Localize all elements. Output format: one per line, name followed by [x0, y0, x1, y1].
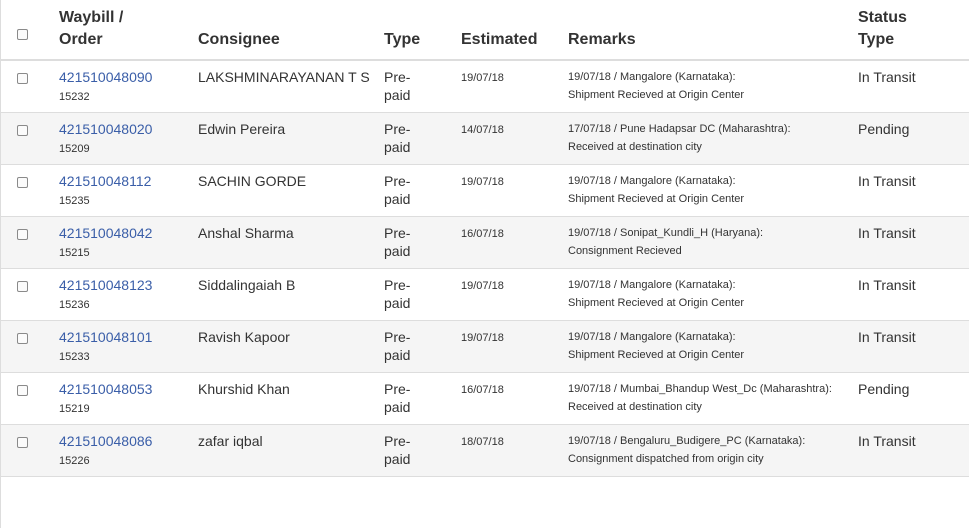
- order-number: 15236: [59, 299, 90, 311]
- column-header-remarks[interactable]: Remarks: [568, 0, 858, 61]
- status-type: In Transit: [858, 433, 916, 449]
- row-checkbox[interactable]: [17, 437, 28, 448]
- order-number: 15233: [59, 351, 90, 363]
- table-row: 421510048086 15226 zafar iqbal Pre-paid 1…: [1, 424, 969, 477]
- row-checkbox[interactable]: [17, 333, 28, 344]
- consignee-name: Khurshid Khan: [198, 381, 290, 397]
- status-type: In Transit: [858, 329, 916, 345]
- payment-type: Pre-paid: [384, 121, 411, 155]
- order-number: 15232: [59, 91, 90, 103]
- row-checkbox[interactable]: [17, 73, 28, 84]
- remark-status: Received at destination city: [568, 401, 702, 413]
- waybill-link[interactable]: 421510048101: [59, 328, 198, 346]
- column-header-estimated[interactable]: Estimated: [461, 0, 568, 61]
- column-header-consignee[interactable]: Consignee: [198, 0, 384, 61]
- payment-type: Pre-paid: [384, 69, 411, 103]
- remark-location: 19/07/18 / Mumbai_Bhandup West_Dc (Mahar…: [568, 383, 832, 395]
- waybill-link[interactable]: 421510048086: [59, 432, 198, 450]
- estimated-date: 16/07/18: [461, 384, 504, 396]
- remark-location: 19/07/18 / Sonipat_Kundli_H (Haryana):: [568, 227, 764, 239]
- consignee-name: Ravish Kapoor: [198, 329, 290, 345]
- remark-location: 19/07/18 / Mangalore (Karnataka):: [568, 71, 736, 83]
- remark-status: Consignment dispatched from origin city: [568, 453, 764, 465]
- table-row: 421510048020 15209 Edwin Pereira Pre-paid…: [1, 112, 969, 165]
- estimated-date: 19/07/18: [461, 72, 504, 84]
- order-number: 15235: [59, 195, 90, 207]
- consignee-name: zafar iqbal: [198, 433, 263, 449]
- table-row: 421510048042 15215 Anshal Sharma Pre-paid…: [1, 216, 969, 269]
- shipments-table: Waybill / Order Consignee Type Estimated…: [1, 0, 969, 477]
- remark-status: Shipment Recieved at Origin Center: [568, 297, 745, 309]
- payment-type: Pre-paid: [384, 433, 411, 467]
- table-row: 421510048053 15219 Khurshid Khan Pre-paid…: [1, 372, 969, 425]
- waybill-link[interactable]: 421510048123: [59, 276, 198, 294]
- waybill-link[interactable]: 421510048053: [59, 380, 198, 398]
- payment-type: Pre-paid: [384, 381, 411, 415]
- table-row: 421510048101 15233 Ravish Kapoor Pre-paid…: [1, 320, 969, 373]
- remark-location: 19/07/18 / Mangalore (Karnataka):: [568, 279, 736, 291]
- select-all-checkbox[interactable]: [17, 29, 28, 40]
- status-type: In Transit: [858, 69, 916, 85]
- table-body: 421510048090 15232 LAKSHMINARAYANAN T S P…: [1, 60, 969, 477]
- table-row: 421510048123 15236 Siddalingaiah B Pre-pa…: [1, 268, 969, 321]
- remark-location: 19/07/18 / Mangalore (Karnataka):: [568, 175, 736, 187]
- order-number: 15209: [59, 143, 90, 155]
- estimated-date: 19/07/18: [461, 176, 504, 188]
- remark-status: Shipment Recieved at Origin Center: [568, 193, 745, 205]
- column-header-waybill[interactable]: Waybill / Order: [59, 0, 198, 61]
- remark-location: 17/07/18 / Pune Hadapsar DC (Maharashtra…: [568, 123, 791, 135]
- status-type: Pending: [858, 121, 910, 137]
- estimated-date: 19/07/18: [461, 332, 504, 344]
- estimated-date: 14/07/18: [461, 124, 504, 136]
- remark-status: Shipment Recieved at Origin Center: [568, 349, 745, 361]
- remark-location: 19/07/18 / Mangalore (Karnataka):: [568, 331, 736, 343]
- row-checkbox[interactable]: [17, 177, 28, 188]
- estimated-date: 19/07/18: [461, 280, 504, 292]
- row-checkbox[interactable]: [17, 229, 28, 240]
- waybill-link[interactable]: 421510048112: [59, 172, 198, 190]
- order-number: 15215: [59, 247, 90, 259]
- consignee-name: SACHIN GORDE: [198, 173, 307, 189]
- shipments-table-container: Waybill / Order Consignee Type Estimated…: [0, 0, 969, 528]
- payment-type: Pre-paid: [384, 329, 411, 363]
- remark-status: Shipment Recieved at Origin Center: [568, 89, 745, 101]
- consignee-name: Edwin Pereira: [198, 121, 286, 137]
- column-header-status-type[interactable]: Status Type: [858, 0, 969, 61]
- remark-status: Consignment Recieved: [568, 245, 682, 257]
- estimated-date: 18/07/18: [461, 436, 504, 448]
- order-number: 15219: [59, 403, 90, 415]
- waybill-link[interactable]: 421510048020: [59, 120, 198, 138]
- payment-type: Pre-paid: [384, 225, 411, 259]
- column-header-type[interactable]: Type: [384, 0, 461, 61]
- status-type: In Transit: [858, 225, 916, 241]
- select-all-cell: [1, 0, 59, 61]
- table-row: 421510048112 15235 SACHIN GORDE Pre-paid …: [1, 164, 969, 217]
- waybill-link[interactable]: 421510048090: [59, 68, 198, 86]
- remark-status: Received at destination city: [568, 141, 702, 153]
- consignee-name: LAKSHMINARAYANAN T S: [198, 69, 370, 85]
- waybill-link[interactable]: 421510048042: [59, 224, 198, 242]
- status-type: In Transit: [858, 277, 916, 293]
- table-row: 421510048090 15232 LAKSHMINARAYANAN T S P…: [1, 60, 969, 113]
- row-checkbox[interactable]: [17, 125, 28, 136]
- consignee-name: Anshal Sharma: [198, 225, 294, 241]
- status-type: In Transit: [858, 173, 916, 189]
- remark-location: 19/07/18 / Bengaluru_Budigere_PC (Karnat…: [568, 435, 806, 447]
- status-type: Pending: [858, 381, 910, 397]
- payment-type: Pre-paid: [384, 277, 411, 311]
- order-number: 15226: [59, 455, 90, 467]
- row-checkbox[interactable]: [17, 281, 28, 292]
- consignee-name: Siddalingaiah B: [198, 277, 296, 293]
- table-header: Waybill / Order Consignee Type Estimated…: [1, 0, 969, 61]
- estimated-date: 16/07/18: [461, 228, 504, 240]
- payment-type: Pre-paid: [384, 173, 411, 207]
- row-checkbox[interactable]: [17, 385, 28, 396]
